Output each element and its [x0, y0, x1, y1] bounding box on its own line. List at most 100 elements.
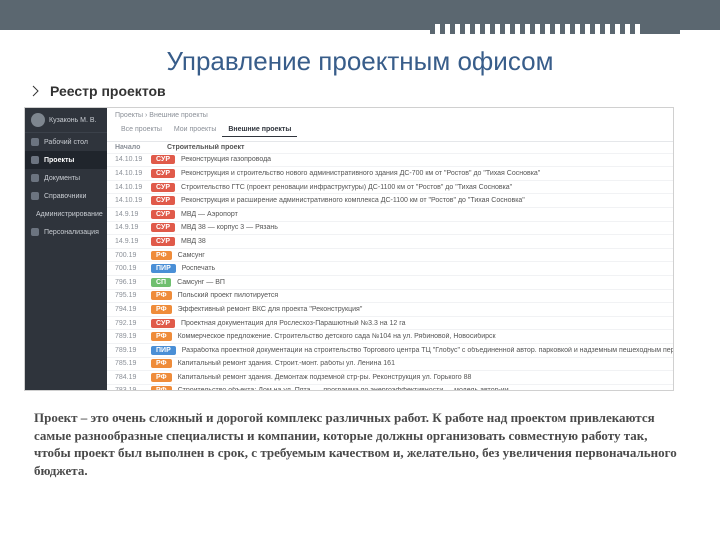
- row-title: Самсунг: [178, 252, 674, 259]
- breadcrumb: Проекты › Внешние проекты: [107, 108, 674, 123]
- table-row[interactable]: 14.10.19СУРРеконструкция и расширение ад…: [107, 194, 674, 208]
- row-date: 784.19: [115, 374, 145, 381]
- row-title: Проектная документация для Рослесхоз-Пар…: [181, 320, 674, 327]
- col-title: Строительный проект: [167, 144, 674, 151]
- row-title: МВД 38 — корпус 3 — Рязань: [181, 224, 674, 231]
- row-title: Реконструкция газопровода: [181, 156, 674, 163]
- row-date: 14.10.19: [115, 170, 145, 177]
- nav-label: Документы: [44, 175, 80, 182]
- row-title: МВД 38: [181, 238, 674, 245]
- row-title: Реконструкция и расширение административ…: [181, 197, 674, 204]
- stage-badge: ПИР: [151, 264, 176, 273]
- sidebar: Кузаконь М. В. Рабочий стол Проекты Докуме…: [25, 108, 107, 390]
- row-date: 14.9.19: [115, 211, 145, 218]
- slide-title: Управление проектным офисом: [0, 46, 720, 77]
- stage-badge: РФ: [151, 359, 172, 368]
- tab-1[interactable]: Мои проекты: [168, 123, 223, 137]
- slide-bullet: Реестр проектов: [30, 83, 720, 99]
- table-row[interactable]: 14.9.19СУРМВД 38 — корпус 3 — РязаньДаци…: [107, 222, 674, 236]
- nav-icon: [31, 192, 39, 200]
- row-title: Разработка проектной документации на стр…: [182, 347, 674, 354]
- tabs: Все проектыМои проектыВнешние проекты: [115, 123, 297, 137]
- row-title: Реконструкция и строительство нового адм…: [181, 170, 674, 177]
- nav-label: Рабочий стол: [44, 139, 88, 146]
- stage-badge: СУР: [151, 223, 175, 232]
- sidebar-item-4[interactable]: Администрирование: [25, 205, 107, 223]
- row-title: Капитальный ремонт здания. Строит.-монт.…: [178, 360, 674, 367]
- row-title: Строительство ГТС (проект реновации инфр…: [181, 184, 674, 191]
- sidebar-item-1[interactable]: Проекты: [25, 151, 107, 169]
- row-title: Коммерческое предложение. Строительство …: [178, 333, 674, 340]
- stage-badge: СУР: [151, 169, 175, 178]
- profile-block[interactable]: Кузаконь М. В.: [25, 108, 107, 133]
- bullet-text: Реестр проектов: [50, 83, 166, 99]
- nav-label: Администрирование: [36, 211, 103, 218]
- slide-footer-text: Проект – это очень сложный и дорогой ком…: [34, 409, 686, 479]
- sidebar-item-3[interactable]: Справочники: [25, 187, 107, 205]
- stage-badge: РФ: [151, 373, 172, 382]
- stage-badge: СУР: [151, 155, 175, 164]
- col-date: Начало: [115, 144, 145, 151]
- stage-badge: СУР: [151, 319, 175, 328]
- table-row[interactable]: 789.19 РФ Коммерческое предложение. Строит…: [107, 330, 674, 344]
- row-date: 796.19: [115, 279, 145, 286]
- table-row[interactable]: 789.19ПИРРазработка проектной документац…: [107, 344, 674, 358]
- stage-badge: СУР: [151, 237, 175, 246]
- col-stage: [151, 146, 161, 148]
- sidebar-item-0[interactable]: Рабочий стол: [25, 133, 107, 151]
- row-title: Капитальный ремонт здания. Демонтаж подз…: [178, 374, 674, 381]
- column-headers: Начало Строительный проект СУП/Руководит…: [107, 142, 674, 154]
- row-title: МВД — Аэропорт: [181, 211, 674, 218]
- row-date: 789.19: [115, 333, 145, 340]
- sidebar-item-2[interactable]: Документы: [25, 169, 107, 187]
- row-date: 794.19: [115, 306, 145, 313]
- row-date: 700.19: [115, 265, 145, 272]
- project-rows: 14.10.19СУРРеконструкция газопроводаЕгор…: [107, 154, 674, 390]
- row-title: Роспечать: [182, 265, 674, 272]
- row-date: 795.19: [115, 292, 145, 299]
- nav-label: Персонализация: [44, 229, 99, 236]
- table-row[interactable]: 785.19РФКапитальный ремонт здания. Строи…: [107, 358, 674, 372]
- stage-badge: РФ: [151, 291, 172, 300]
- sidebar-item-5[interactable]: Персонализация: [25, 223, 107, 241]
- table-row[interactable]: 783.19РФСтроительство объекта: Дом на ул…: [107, 385, 674, 390]
- row-title: Строительство объекта: Дом на ул. Пята. …: [178, 387, 674, 390]
- row-date: 700.19: [115, 252, 145, 259]
- table-row[interactable]: 700.19РФСамсунгИллионов Н. К.Бутенков А.…: [107, 249, 674, 263]
- app-screenshot: Кузаконь М. В. Рабочий стол Проекты Докуме…: [24, 107, 674, 391]
- table-row[interactable]: 14.9.19СУРМВД 38Дацишин Н. К.Дроковских …: [107, 235, 674, 249]
- table-row[interactable]: 14.10.19СУРСтроительство ГТС (проект рен…: [107, 181, 674, 195]
- table-row[interactable]: 700.19ПИРРоспечатьИллионов Н. К.Кузаконь…: [107, 262, 674, 276]
- stage-badge: РФ: [151, 251, 172, 260]
- row-title: Эффективный ремонт ВКС для проекта "Реко…: [178, 306, 674, 313]
- stage-badge: СП: [151, 278, 171, 287]
- row-date: 14.10.19: [115, 156, 145, 163]
- row-date: 14.9.19: [115, 238, 145, 245]
- user-name: Кузаконь М. В.: [49, 117, 97, 124]
- nav-label: Справочники: [44, 193, 86, 200]
- row-date: 14.9.19: [115, 224, 145, 231]
- table-row[interactable]: 794.19 РФ Эффективный ремонт ВКС для проек…: [107, 303, 674, 317]
- slide-accent-stripe: [0, 30, 720, 34]
- tab-2[interactable]: Внешние проекты: [222, 123, 297, 137]
- row-date: 783.19: [115, 387, 145, 390]
- row-date: 14.10.19: [115, 184, 145, 191]
- main-panel: Проекты › Внешние проекты Все проектыМои…: [107, 108, 674, 390]
- table-row[interactable]: 795.19РФПольский проект пилотируетсяЕгор…: [107, 290, 674, 304]
- nav-icon: [31, 228, 39, 236]
- stage-badge: РФ: [151, 332, 172, 341]
- stage-badge: РФ: [151, 305, 172, 314]
- row-date: 792.19: [115, 320, 145, 327]
- table-row[interactable]: 14.9.19СУРМВД — АэропортДацишин Н. К.Сам…: [107, 208, 674, 222]
- stage-badge: ПИР: [151, 346, 176, 355]
- tab-0[interactable]: Все проекты: [115, 123, 168, 137]
- table-row[interactable]: 14.10.19 СУР Реконструкция и строительство…: [107, 167, 674, 181]
- stage-badge: СУР: [151, 196, 175, 205]
- table-row[interactable]: 792.19 СУР Проектная документация для Росл…: [107, 317, 674, 331]
- table-row[interactable]: 784.19 РФ Капитальный ремонт здания. Демон…: [107, 371, 674, 385]
- stage-badge: СУР: [151, 210, 175, 219]
- avatar: [31, 113, 45, 127]
- table-row[interactable]: 796.19СПСамсунг — ВПДацишин Н. К.Бутенко…: [107, 276, 674, 290]
- nav-icon: [31, 174, 39, 182]
- table-row[interactable]: 14.10.19СУРРеконструкция газопроводаЕгор…: [107, 154, 674, 168]
